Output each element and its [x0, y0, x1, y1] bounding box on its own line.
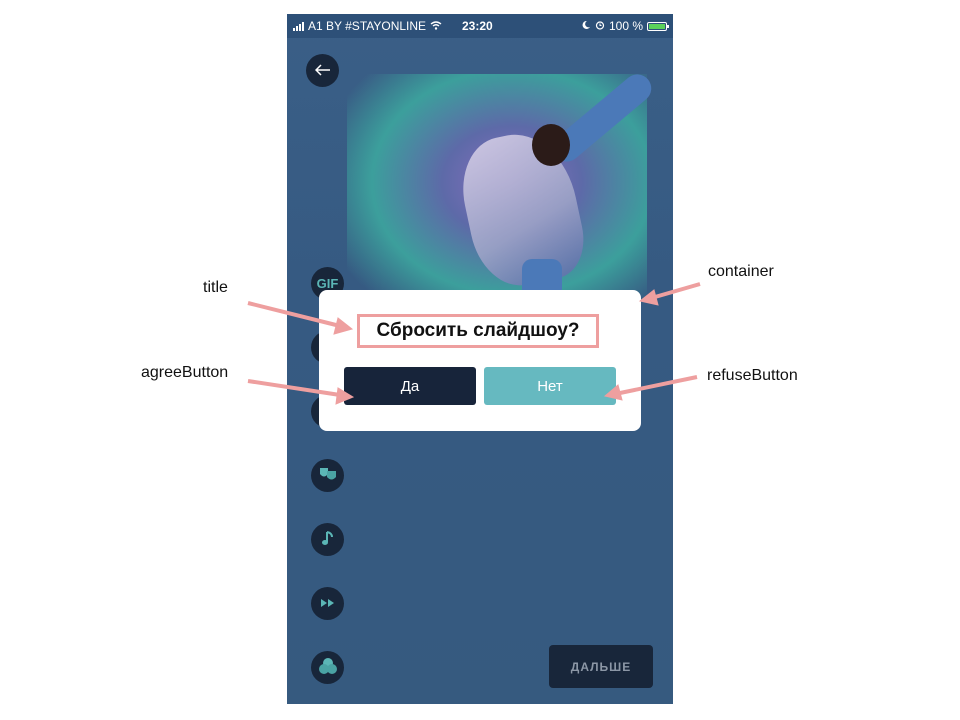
annotation-refuse-label: refuseButton	[707, 367, 798, 384]
annotation-container-label: container	[708, 263, 774, 280]
annotation-agree-label: agreeButton	[141, 364, 229, 381]
annotation-arrows	[247, 282, 701, 405]
annotation-title-label: title	[203, 279, 228, 296]
